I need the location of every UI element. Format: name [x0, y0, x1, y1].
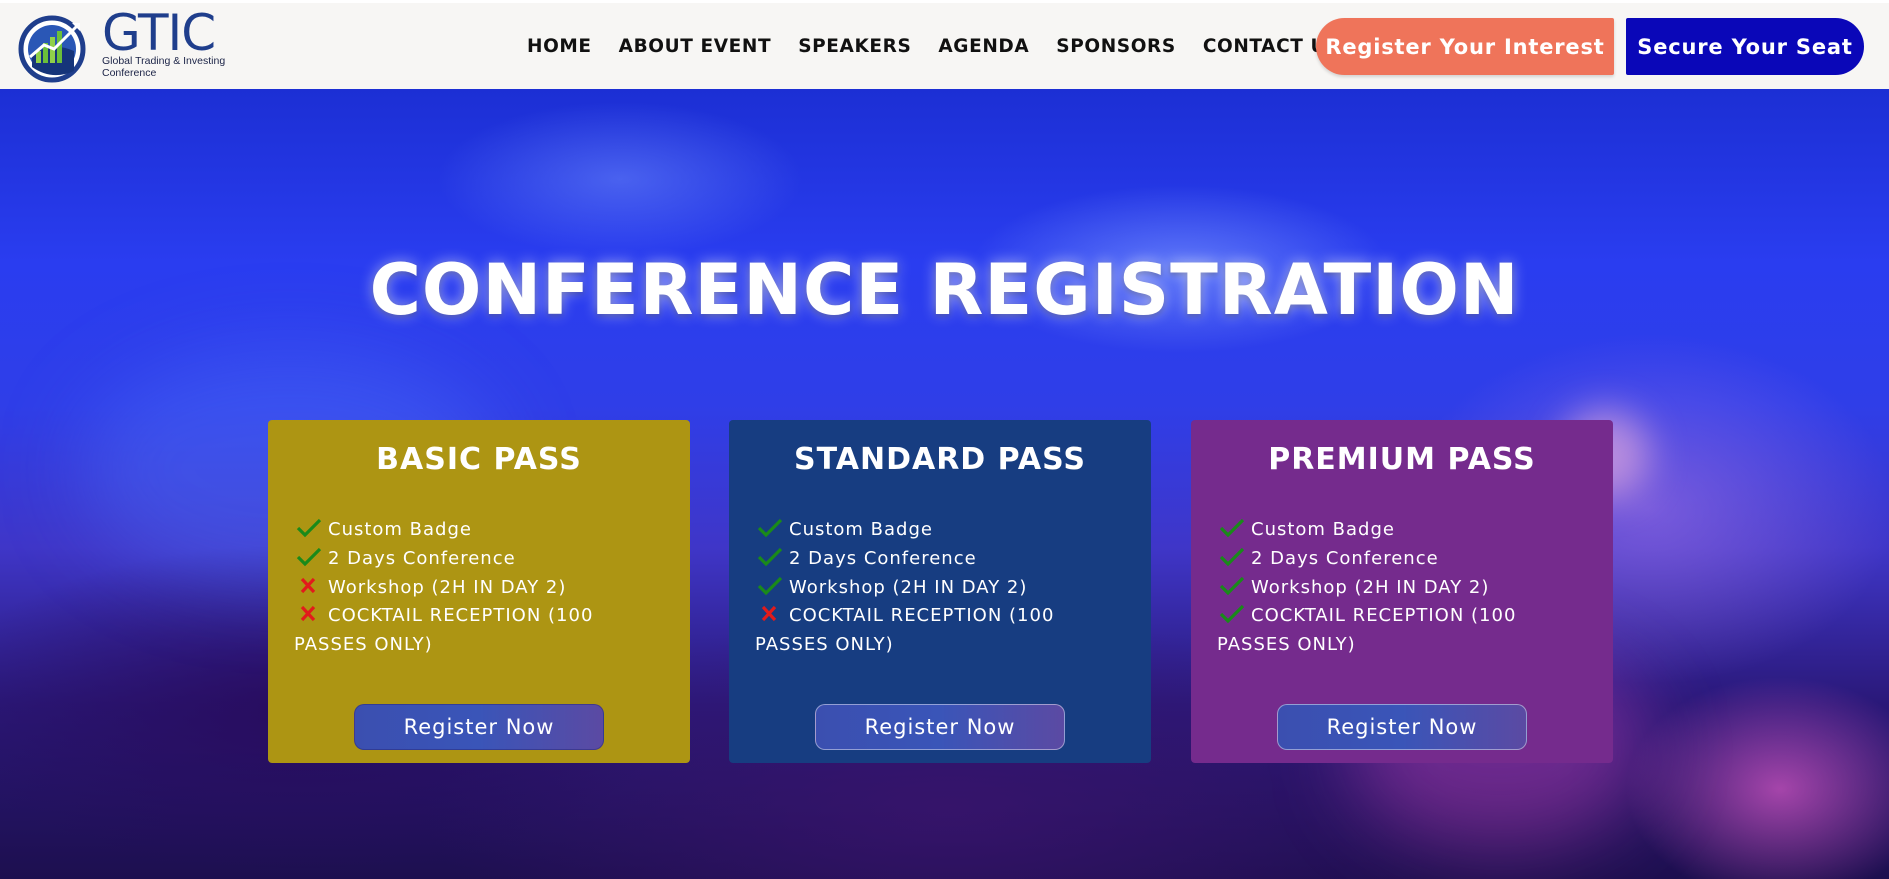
page-title: CONFERENCE REGISTRATION — [369, 249, 1520, 331]
check-icon — [757, 576, 783, 596]
site-header: GTIC Global Trading & Investing Conferen… — [0, 3, 1889, 89]
feature-list: Custom Badge 2 Days Conference Workshop … — [1217, 515, 1587, 659]
register-now-button[interactable]: Register Now — [815, 704, 1065, 750]
feature-list: Custom Badge 2 Days Conference Workshop … — [294, 515, 664, 659]
feature-item: COCKTAIL RECEPTION (100 PASSES ONLY) — [755, 602, 1125, 659]
feature-text: 2 Days Conference — [328, 548, 516, 569]
pass-title: STANDARD PASS — [794, 442, 1086, 477]
cross-icon — [300, 577, 316, 594]
feature-item: Custom Badge — [294, 515, 664, 544]
feature-text: 2 Days Conference — [789, 548, 977, 569]
check-icon — [757, 518, 783, 538]
nav-item-about-event[interactable]: ABOUT EVENT — [619, 36, 772, 57]
feature-item: 2 Days Conference — [294, 544, 664, 573]
nav-item-agenda[interactable]: AGENDA — [938, 36, 1029, 57]
pass-title: BASIC PASS — [376, 442, 582, 477]
register-now-button[interactable]: Register Now — [354, 704, 604, 750]
logo-subtitle-line2: Conference — [102, 67, 157, 79]
feature-item: 2 Days Conference — [755, 544, 1125, 573]
feature-text: Custom Badge — [789, 519, 933, 540]
pass-card-standard: STANDARD PASS Custom Badge 2 Days Confer… — [729, 420, 1151, 763]
feature-item: COCKTAIL RECEPTION (100 PASSES ONLY) — [1217, 602, 1587, 659]
feature-text: Workshop (2H IN DAY 2) — [789, 577, 1028, 598]
feature-item: Custom Badge — [1217, 515, 1587, 544]
check-icon — [1219, 576, 1245, 596]
feature-item: COCKTAIL RECEPTION (100 PASSES ONLY) — [294, 602, 664, 659]
pass-title: PREMIUM PASS — [1268, 442, 1536, 477]
main-nav: HOME ABOUT EVENT SPEAKERS AGENDA SPONSOR… — [527, 3, 1367, 89]
register-now-button[interactable]: Register Now — [1277, 704, 1527, 750]
feature-text: COCKTAIL RECEPTION (100 PASSES ONLY) — [294, 605, 594, 655]
check-icon — [296, 518, 322, 538]
feature-text: 2 Days Conference — [1251, 548, 1439, 569]
cross-icon — [300, 605, 316, 622]
feature-text: Workshop (2H IN DAY 2) — [1251, 577, 1490, 598]
nav-item-home[interactable]: HOME — [527, 36, 592, 57]
register-interest-button[interactable]: Register Your Interest — [1316, 18, 1614, 75]
feature-item: 2 Days Conference — [1217, 544, 1587, 573]
nav-item-sponsors[interactable]: SPONSORS — [1056, 36, 1176, 57]
nav-item-speakers[interactable]: SPEAKERS — [798, 36, 911, 57]
check-icon — [1219, 604, 1245, 624]
feature-list: Custom Badge 2 Days Conference Workshop … — [755, 515, 1125, 659]
pass-card-premium: PREMIUM PASS Custom Badge 2 Days Confere… — [1191, 420, 1613, 763]
check-icon — [1219, 547, 1245, 567]
pass-card-basic: BASIC PASS Custom Badge 2 Days Conferenc… — [268, 420, 690, 763]
check-icon — [757, 547, 783, 567]
feature-text: Workshop (2H IN DAY 2) — [328, 577, 567, 598]
gtic-logo[interactable]: GTIC Global Trading & Investing Conferen… — [18, 4, 233, 83]
secure-seat-button[interactable]: Secure Your Seat — [1626, 18, 1864, 75]
hero-section: CONFERENCE REGISTRATION BASIC PASS Custo… — [0, 89, 1889, 879]
cross-icon — [761, 605, 777, 622]
logo-subtitle-line1: Global Trading & Investing — [102, 55, 226, 67]
feature-item: Custom Badge — [755, 515, 1125, 544]
check-icon — [1219, 518, 1245, 538]
logo-title: GTIC — [102, 4, 216, 62]
feature-item: Workshop (2H IN DAY 2) — [755, 573, 1125, 602]
feature-text: Custom Badge — [328, 519, 472, 540]
globe-chart-logo-icon — [18, 15, 86, 83]
feature-text: Custom Badge — [1251, 519, 1395, 540]
check-icon — [296, 547, 322, 567]
feature-item: Workshop (2H IN DAY 2) — [1217, 573, 1587, 602]
feature-item: Workshop (2H IN DAY 2) — [294, 573, 664, 602]
feature-text: COCKTAIL RECEPTION (100 PASSES ONLY) — [755, 605, 1055, 655]
feature-text: COCKTAIL RECEPTION (100 PASSES ONLY) — [1217, 605, 1517, 655]
